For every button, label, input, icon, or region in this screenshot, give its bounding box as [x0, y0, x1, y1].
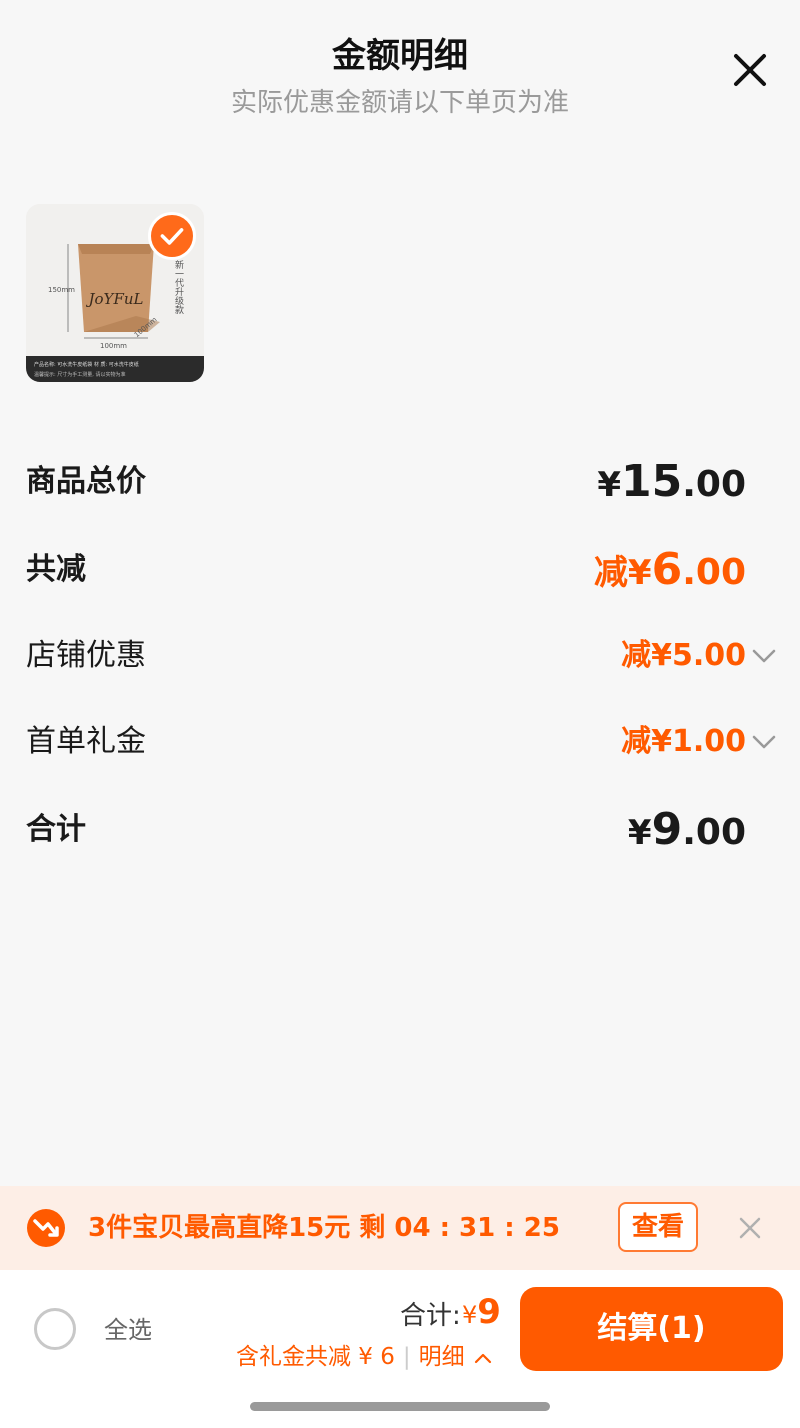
promo-view-button[interactable]: 查看	[618, 1202, 698, 1252]
dim-width: 100mm	[100, 342, 127, 350]
side-label: 新一代升级款	[173, 259, 184, 315]
total-discount-label: 共减	[26, 552, 86, 587]
promo-bar: 3件宝贝最高直降15元 剩 04 : 31 : 25 查看	[0, 1186, 800, 1270]
first-order-gift-label: 首单礼金	[26, 724, 146, 759]
first-order-gift-value: 减¥1.00	[621, 724, 746, 759]
total-price-value: ¥15.00	[597, 456, 746, 507]
price-drop-icon	[27, 1209, 65, 1247]
total-discount-value: 减¥6.00	[593, 544, 746, 595]
select-all-label[interactable]: 全选	[104, 1310, 152, 1350]
row-total-price: 商品总价 ¥15.00	[26, 452, 746, 512]
row-grand-total: 合计 ¥9.00	[26, 800, 746, 860]
chevron-down-icon[interactable]	[750, 646, 778, 666]
select-all-radio[interactable]	[34, 1308, 76, 1350]
total-price-label: 商品总价	[26, 464, 146, 499]
bottom-total-label: 合计:	[400, 1301, 461, 1331]
row-first-order-gift[interactable]: 首单礼金 减¥1.00	[26, 712, 746, 772]
product-brand-text: JoYFuL	[86, 290, 144, 308]
grand-total-value: ¥9.00	[627, 804, 746, 855]
chevron-up-icon[interactable]	[474, 1351, 492, 1365]
promo-countdown-text: 3件宝贝最高直降15元 剩 04 : 31 : 25	[88, 1213, 560, 1243]
sheet-title: 金额明细	[332, 36, 468, 76]
row-store-discount[interactable]: 店铺优惠 减¥5.00	[26, 626, 746, 686]
dim-height: 150mm	[48, 286, 75, 294]
checkout-button[interactable]: 结算(1)	[520, 1287, 783, 1371]
footer-row1: 产品名称: 可水洗牛皮纸袋 材 质: 可水洗牛皮纸	[34, 361, 139, 368]
promo-close-icon[interactable]	[736, 1214, 764, 1242]
home-indicator	[250, 1402, 550, 1411]
detail-link[interactable]: 明细	[419, 1344, 465, 1370]
sheet-header: 金额明细 实际优惠金额请以下单页为准	[0, 0, 800, 140]
grand-total-label: 合计	[26, 812, 86, 847]
bottom-total-value: ¥9	[462, 1292, 501, 1332]
footer-row2: 温馨提示: 尺寸为手工测量, 请以实物为准	[34, 371, 125, 378]
selected-check-icon[interactable]	[148, 212, 196, 260]
sheet-subtitle: 实际优惠金额请以下单页为准	[230, 88, 569, 118]
row-total-discount: 共减 减¥6.00	[26, 540, 746, 600]
gift-discount-text: 含礼金共减 ¥ 6	[236, 1344, 395, 1370]
chevron-down-icon[interactable]	[750, 732, 778, 752]
store-discount-label: 店铺优惠	[26, 638, 146, 673]
store-discount-value: 减¥5.00	[621, 638, 746, 673]
bottom-discount-summary: 含礼金共减 ¥ 6 | 明细	[236, 1342, 492, 1372]
close-icon[interactable]	[728, 48, 772, 92]
